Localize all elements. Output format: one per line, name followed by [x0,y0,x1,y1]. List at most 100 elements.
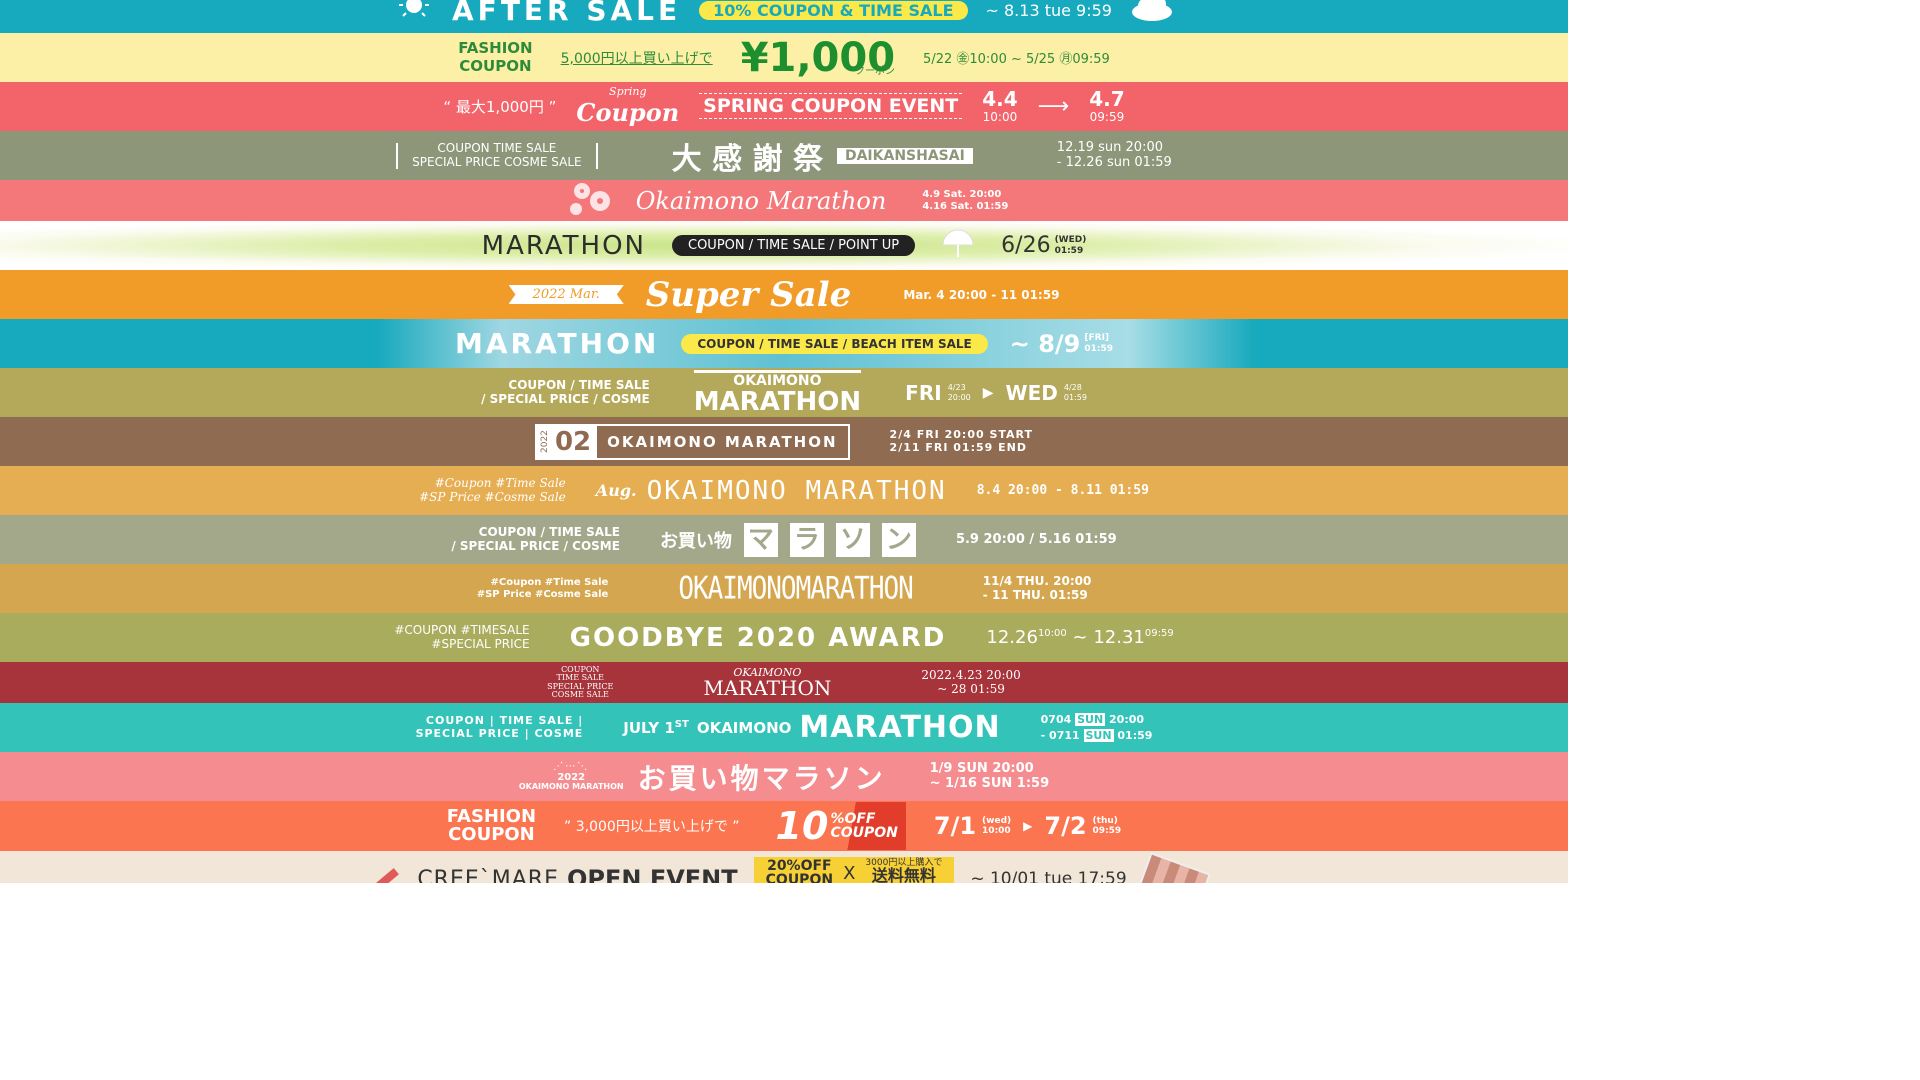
day-of-week: (wed) [982,815,1012,826]
date-value: 12.26 [986,627,1038,648]
kanji-title: 大 感 謝 祭 [671,141,823,177]
coupon-amount: ¥1,000 クーポン [741,35,895,81]
sale-types: COUPON TIME SALE SPECIAL PRICE COSME SAL… [547,665,613,700]
start-detail: 4/23 20:00 [948,383,971,401]
issue-badge: 2022 02 OKAIMONO MARATHON [534,423,850,460]
date-line: - 12.26 sun 01:59 [1056,154,1172,170]
day-badge: SUN [1083,728,1114,742]
cross-icon: X [843,863,856,883]
title-tile: ン [881,522,916,557]
sale-date: ~ 8.13 tue 9:59 [985,1,1112,20]
discount-number: 10 [775,804,829,848]
date-line: 0704 SUN 20:00 [1041,712,1153,727]
time-sup: 10:00 [1037,628,1067,639]
amount-unit: クーポン [855,65,896,77]
month-label: JULY 1ST [623,719,689,737]
date-separator: ~ [1072,627,1088,648]
purchase-condition: ” 3,000円以上買い上げで ” [564,819,740,835]
sale-date: ~ 8/9 [FRI] 01:59 [1010,330,1113,358]
banner-title: お買い物マラソン [637,761,886,795]
palette-icon [1138,852,1211,883]
logo-big: MARATHON [693,387,862,417]
banner-daikanshasai[interactable]: COUPON TIME SALE SPECIAL PRICE COSME SAL… [0,131,1568,180]
banner-title: MARATHON [481,230,646,261]
date-small: 4/28 [1063,383,1082,393]
sale-tags: #COUPON #TIMESALE #SPECIAL PRICE [394,623,530,652]
banner-creemare-open-event[interactable]: CREE`MARE OPEN EVENT 20%OFF COUPON X 3000… [0,851,1568,883]
badge-year: 2022 [536,425,553,458]
date-line: - 0711 SUN 01:59 [1041,728,1152,743]
tag-line: #Coupon #Time Sale [434,475,566,490]
sakura-flower-icon [560,180,620,221]
logo-jp: お買い物 [659,530,732,552]
divider [595,142,598,169]
banner-spring-coupon[interactable]: “ 最大1,000円 ” Spring Coupon SPRING COUPON… [0,82,1568,131]
day-of-week: (WED) [1054,235,1087,246]
event-dates: 12.19 sun 20:00 - 12.26 sun 01:59 [1056,139,1172,171]
banner-aug-okaimono-marathon[interactable]: #Coupon #Time Sale #SP Price #Cosme Sale… [0,466,1568,515]
sale-date: ~ 10/01 tue 17:59 [970,869,1127,883]
max-amount: “ 最大1,000円 ” [443,97,557,116]
discount-label: COUPON [830,825,898,841]
day-of-week: [FRI] [1084,333,1110,344]
banner-super-sale[interactable]: 2022 Mar. Super Sale Mar. 4 20:00 - 11 0… [0,270,1568,319]
event-dates: FRI 4/23 20:00 ▶ WED 4/28 01:59 [905,381,1087,405]
banner-marathon-watercolor[interactable]: MARATHON COUPON / TIME SALE / POINT UP 6… [0,221,1568,270]
tag-line: #SPECIAL PRICE [431,636,530,651]
year-badge: ⋰⋯⋱ 2022 OKAIMONO MARATHON [519,761,624,792]
promo-pill: COUPON / TIME SALE / POINT UP [672,235,916,256]
lipstick-icon [363,868,400,883]
spring-coupon-logo: Spring Coupon [576,86,679,126]
tag-line: #SP Price #Cosme Sale [476,588,609,600]
tag-line: #SP Price #Cosme Sale [419,489,566,504]
date-line: 4.9 Sat. 20:00 [922,189,1002,200]
date-value: 6/26 [1001,233,1051,258]
banner-title: OKAIMONO MARATHON [607,432,838,451]
date-line: ~ 1/16 SUN 1:59 [929,775,1050,791]
banner-fashion-coupon-10off[interactable]: FASHION COUPON ” 3,000円以上買い上げで ” 10 %OFF… [0,801,1568,851]
day-start: FRI [905,380,942,405]
banner-okaimono-marathon-april[interactable]: Okaimono Marathon 4.9 Sat. 20:00 4.16 Sa… [0,180,1568,221]
banner-after-sale[interactable]: AFTER SALE 10% COUPON & TIME SALE ~ 8.13… [0,0,1568,33]
banner-okaimono-tiles[interactable]: COUPON / TIME SALE / SPECIAL PRICE / COS… [0,515,1568,564]
sale-types-line: SPECIAL PRICE COSME SALE [412,154,582,169]
day-badge: SUN [1075,713,1106,727]
event-dates: 2022.4.23 20:00 ~ 28 01:59 [921,668,1020,697]
date-value: 12.31 [1093,627,1145,648]
banner-title: AFTER SALE [452,0,682,27]
date-line: 12.19 sun 20:00 [1056,139,1163,155]
banner-title: MARATHON [454,327,660,360]
sun-icon [394,0,434,31]
sale-types: COUPON / TIME SALE / SPECIAL PRICE / COS… [481,378,650,407]
badge-number: 02 [552,425,598,458]
brand-name: CREE`MARE [417,866,559,884]
date-line: 2/11 FRI 01:59 END [889,440,1027,454]
date-detail: (thu) 09:59 [1093,816,1122,837]
banner-fashion-coupon-1000[interactable]: FASHION COUPON 5,000円以上買い上げで ¥1,000 クーポン… [0,33,1568,82]
banner-okaimonomarathon-gold[interactable]: #Coupon #Time Sale #SP Price #Cosme Sale… [0,564,1568,613]
title-tile: ラ [789,522,824,557]
banner-goodbye-2020-award[interactable]: #COUPON #TIMESALE #SPECIAL PRICE GOODBYE… [0,613,1568,662]
sale-types: COUPON | TIME SALE | SPECIAL PRICE | COS… [416,714,584,740]
fashion-coupon-label: FASHION COUPON [458,39,532,75]
banner-title: Super Sale [645,274,852,315]
sale-types: COUPON / TIME SALE / SPECIAL PRICE / COS… [451,525,620,554]
banner-02-okaimono-marathon[interactable]: 2022 02 OKAIMONO MARATHON 2/4 FRI 20:00 … [0,417,1568,466]
banner-title: GOODBYE 2020 AWARD [569,622,947,653]
event-dates: 0704 SUN 20:00 - 0711 SUN 01:59 [1041,712,1153,743]
sale-types-line: / SPECIAL PRICE / COSME [481,391,650,406]
banner-okaimono-marathon-olive[interactable]: COUPON / TIME SALE / SPECIAL PRICE / COS… [0,368,1568,417]
date-value: 7/1 [933,812,977,840]
month-day: JULY 1 [623,718,675,737]
banner-okaimono-marathon-pink[interactable]: ⋰⋯⋱ 2022 OKAIMONO MARATHON お買い物マラソン 1/9 … [0,752,1568,801]
fashion-coupon-label: FASHION COUPON [447,808,536,844]
umbrella-icon [941,229,975,263]
banner-marathon-beach[interactable]: MARATHON COUPON / TIME SALE / BEACH ITEM… [0,319,1568,368]
month-label: Aug. [595,481,637,500]
banner-title: OKAIMONO MARATHON [646,475,947,506]
banner-okaimono-marathon-crimson[interactable]: COUPON TIME SALE SPECIAL PRICE COSME SAL… [0,662,1568,703]
triangle-right-icon: ▶ [1023,819,1033,833]
start-date: 4.4 10:00 [982,88,1017,125]
banner-july-marathon[interactable]: COUPON | TIME SALE | SPECIAL PRICE | COS… [0,703,1568,752]
time-value: 09:59 [1092,826,1122,836]
